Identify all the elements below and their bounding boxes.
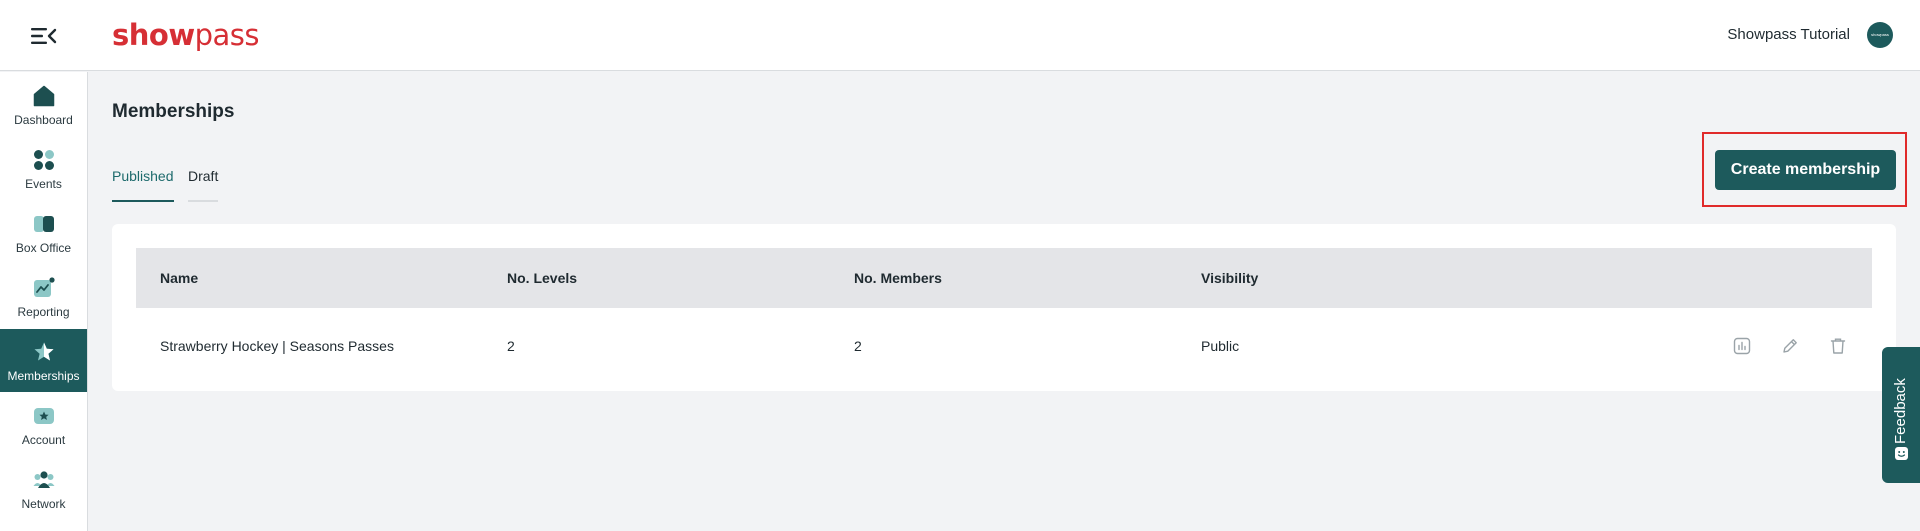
- membership-levels: 2: [507, 338, 515, 354]
- column-header-name: Name: [160, 270, 199, 286]
- logo-show-text: show: [112, 18, 195, 52]
- sidebar-item-label: Memberships: [7, 369, 80, 383]
- sidebar-item-label: Dashboard: [14, 113, 73, 127]
- smiley-chat-icon: [1894, 446, 1909, 461]
- sidebar-item-reporting[interactable]: Reporting: [0, 265, 87, 328]
- table-row[interactable]: Strawberry Hockey | Seasons Passes 2 2 P…: [136, 308, 1872, 383]
- sidebar: Dashboard Events Box Office Reporting Me…: [0, 72, 88, 531]
- sidebar-item-memberships[interactable]: Memberships: [0, 329, 87, 392]
- logo-pass-text: pass: [194, 18, 260, 52]
- column-header-visibility: Visibility: [1201, 270, 1259, 286]
- sidebar-item-label: Events: [25, 177, 62, 191]
- sidebar-item-label: Box Office: [15, 241, 72, 255]
- membership-members: 2: [854, 338, 862, 354]
- showpass-logo[interactable]: showpass: [112, 15, 260, 55]
- sidebar-item-box-office[interactable]: Box Office: [0, 201, 87, 264]
- sidebar-item-events[interactable]: Events: [0, 137, 87, 200]
- user-name[interactable]: Showpass Tutorial: [1727, 25, 1850, 45]
- feedback-label: Feedback: [1892, 378, 1909, 444]
- menu-collapse-icon[interactable]: [29, 24, 57, 48]
- edit-icon[interactable]: [1780, 336, 1800, 356]
- delete-icon[interactable]: [1828, 336, 1848, 356]
- column-header-members: No. Members: [854, 270, 942, 286]
- report-icon[interactable]: [1732, 336, 1752, 356]
- box-office-icon: [33, 213, 55, 235]
- sidebar-item-label: Network: [21, 497, 66, 511]
- membership-name[interactable]: Strawberry Hockey | Seasons Passes: [160, 336, 394, 356]
- membership-visibility: Public: [1201, 338, 1240, 354]
- column-header-levels: No. Levels: [507, 270, 578, 286]
- tab-draft[interactable]: Draft: [188, 166, 219, 202]
- page-title: Memberships: [112, 101, 235, 122]
- chart-icon: [33, 277, 55, 299]
- create-membership-button[interactable]: Create membership: [1715, 150, 1896, 190]
- sidebar-item-dashboard[interactable]: Dashboard: [0, 73, 87, 136]
- memberships-table-card: Name No. Levels No. Members Visibility S…: [112, 224, 1896, 391]
- star-icon: [33, 341, 55, 363]
- grid-icon: [33, 149, 55, 171]
- network-icon: [33, 469, 55, 491]
- home-icon: [33, 85, 55, 107]
- sidebar-item-label: Account: [21, 433, 66, 447]
- sidebar-item-label: Reporting: [17, 305, 70, 319]
- feedback-tab[interactable]: Feedback: [1882, 347, 1920, 483]
- sidebar-item-network[interactable]: Network: [0, 457, 87, 520]
- account-icon: [33, 405, 55, 427]
- top-bar: showpass Showpass Tutorial showpass: [0, 0, 1920, 71]
- tab-published[interactable]: Published: [112, 166, 174, 202]
- avatar[interactable]: showpass: [1867, 22, 1893, 48]
- table-header: Name No. Levels No. Members Visibility: [136, 248, 1872, 308]
- sidebar-item-account[interactable]: Account: [0, 393, 87, 456]
